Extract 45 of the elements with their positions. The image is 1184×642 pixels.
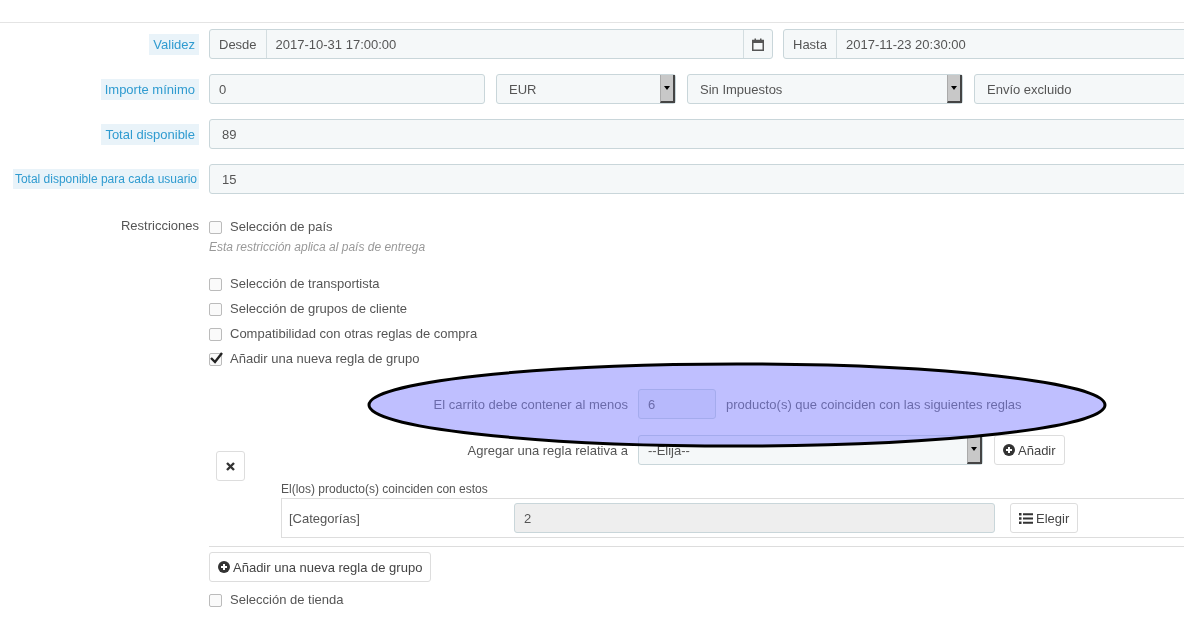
checkbox[interactable]: [209, 303, 222, 316]
per-user-field[interactable]: 15: [209, 164, 1184, 194]
checkbox[interactable]: [209, 353, 222, 366]
rule-type: [Categorías]: [289, 510, 361, 526]
checkbox-label: Compatibilidad con otras reglas de compra: [230, 325, 478, 341]
help-text: Esta restricción aplica al país de entrega: [209, 239, 427, 256]
date-value: 2017-10-31 17:00:00: [274, 35, 398, 54]
checkbox-label: Selección de país: [230, 218, 333, 234]
date-from-field[interactable]: Desde 2017-10-31 17:00:00: [209, 29, 773, 59]
quantity-label: El carrito debe contener al menos: [432, 396, 628, 412]
quantity-suffix: producto(s) que coinciden con las siguientes reglas: [726, 396, 1022, 412]
delete-button[interactable]: [216, 451, 245, 481]
choose-button[interactable]: Elegir: [1010, 503, 1079, 533]
restrictions-label: Restricciones: [120, 218, 199, 233]
checkbox-label: Selección de tienda: [230, 591, 344, 607]
total-field[interactable]: 89: [209, 119, 1184, 149]
amount-field[interactable]: 0: [209, 74, 485, 104]
field-label: Total disponible para cada usuario: [12, 169, 199, 189]
add-group-button[interactable]: Añadir una nueva regla de grupo: [209, 552, 432, 582]
rule-value-field[interactable]: 2: [514, 503, 995, 533]
plus-circle-icon: [218, 561, 230, 573]
add-button[interactable]: Añadir: [994, 435, 1065, 465]
field-label: Validez: [149, 33, 199, 55]
currency-select[interactable]: EUR: [496, 74, 676, 104]
field-label: Total disponible: [101, 123, 199, 145]
date-value: 2017-11-23 20:30:00: [844, 35, 967, 54]
plus-circle-icon: [1003, 444, 1015, 456]
checkbox-label: Selección de transportista: [230, 275, 380, 291]
shipping-select[interactable]: Envío excluido: [974, 74, 1184, 104]
tax-select[interactable]: Sin Impuestos: [687, 74, 963, 104]
list-icon: [1019, 512, 1033, 524]
close-icon: [226, 461, 235, 471]
rule-type-select[interactable]: --Elija--: [638, 435, 983, 465]
checkbox-label: Selección de grupos de cliente: [230, 300, 408, 316]
field-label: Importe mínimo: [100, 78, 199, 100]
add-rule-label: Agregar una regla relativa a: [466, 442, 628, 458]
to-addon: Hasta: [784, 30, 837, 58]
checkbox[interactable]: [209, 594, 222, 607]
from-addon: Desde: [210, 30, 267, 58]
checkbox[interactable]: [209, 328, 222, 341]
checkbox[interactable]: [209, 278, 222, 291]
date-to-field[interactable]: Hasta 2017-11-23 20:30:00: [783, 29, 1184, 59]
checkbox[interactable]: [209, 221, 222, 234]
match-label: El(los) producto(s) coinciden con estos: [281, 481, 489, 497]
checkbox-label: Añadir una nueva regla de grupo: [230, 350, 420, 366]
